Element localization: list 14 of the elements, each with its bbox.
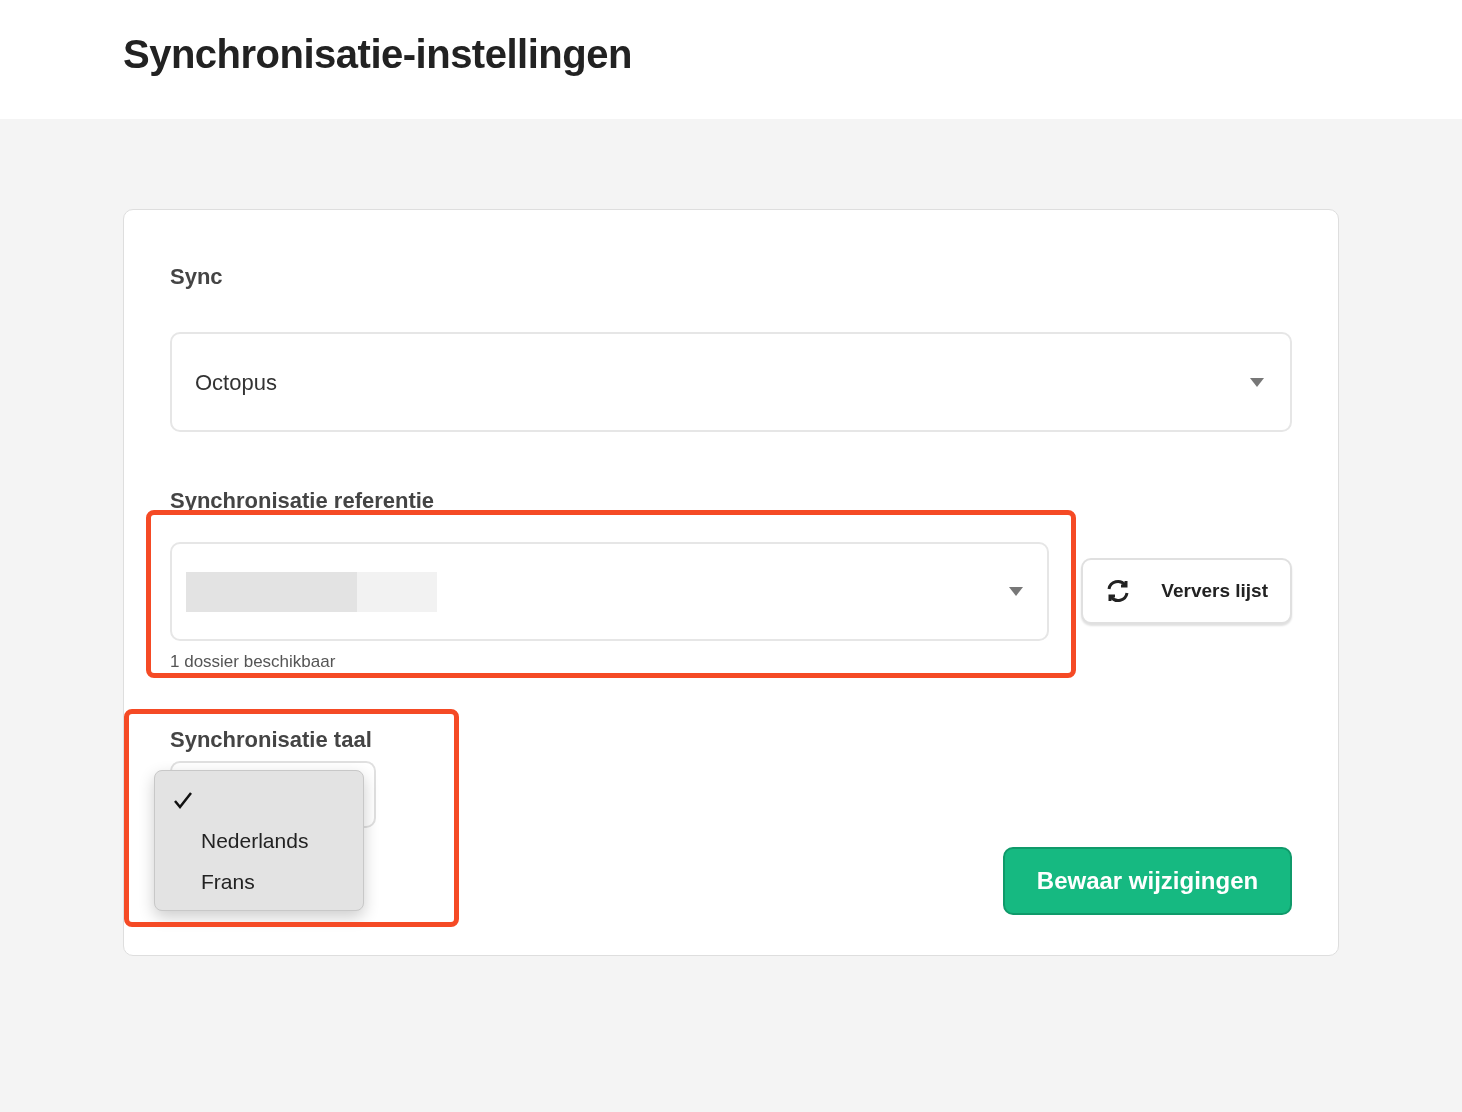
helper-text: 1 dossier beschikbaar [170,651,337,673]
menu-option[interactable]: Frans [155,861,363,902]
reference-select[interactable] [170,542,1049,641]
page-title: Synchronisatie-instellingen [123,31,633,78]
menu-option[interactable]: Nederlands [155,820,363,861]
caret-icon [1009,587,1023,596]
caret-icon [1250,377,1264,387]
refresh-list-button[interactable]: Ververs lijst [1081,558,1292,624]
refresh-icon [1105,579,1131,603]
field-label: Sync [170,263,224,290]
select-value: Octopus [195,368,277,397]
field-label: Synchronisatie taal [170,726,373,753]
sync-select[interactable]: Octopus [170,332,1292,432]
field-label: Synchronisatie referentie [170,487,436,514]
